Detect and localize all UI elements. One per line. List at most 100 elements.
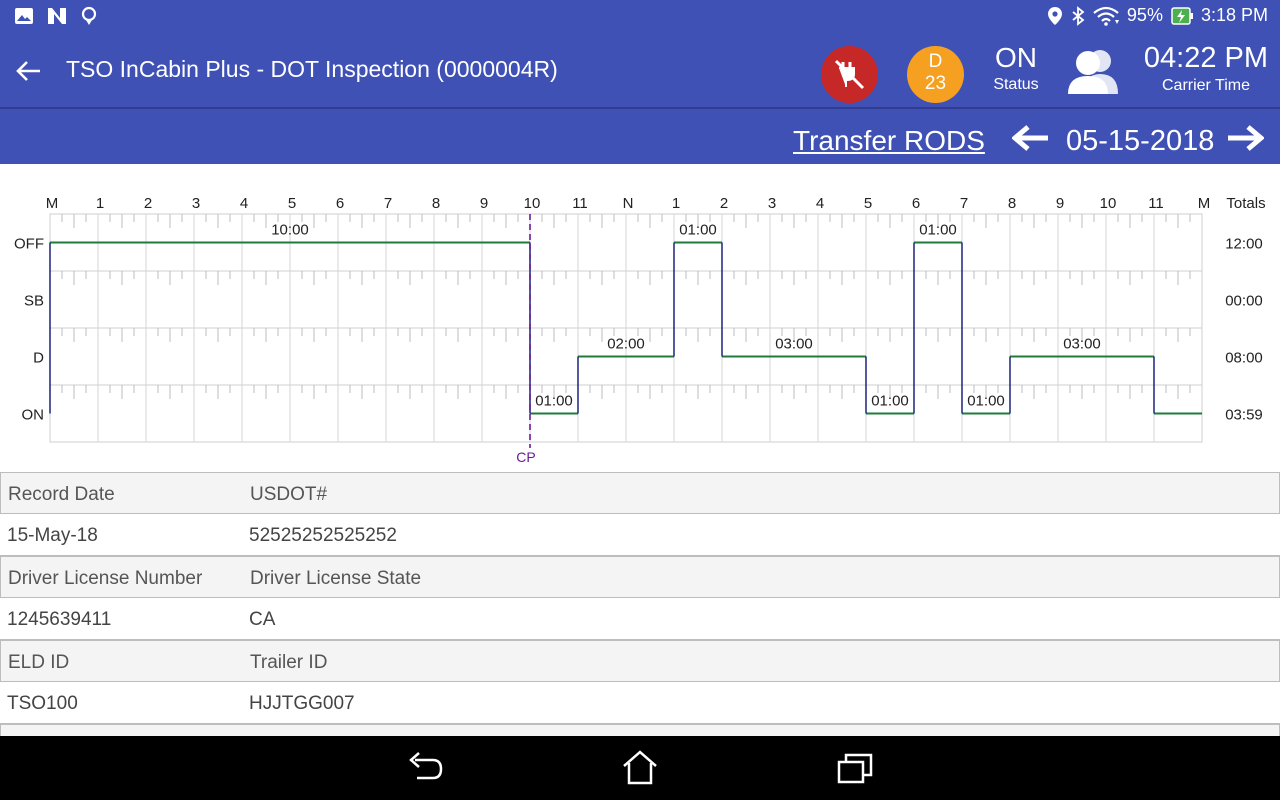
- hour-tick-label: N: [623, 195, 634, 212]
- table-value-row: 1245639411 CA: [0, 598, 1280, 640]
- duty-hours-badge[interactable]: D 23: [907, 46, 964, 103]
- hour-tick-label: 6: [336, 195, 344, 212]
- page-title: TSO InCabin Plus - DOT Inspection (00000…: [66, 56, 558, 82]
- status-row-total: 12:00: [1225, 236, 1263, 253]
- hour-tick-label: 9: [480, 195, 488, 212]
- carrier-time-value: 04:22 PM: [1143, 42, 1269, 74]
- notification-icons: [14, 6, 98, 26]
- segment-duration-label: 01:00: [871, 393, 909, 410]
- battery-percent: 95%: [1126, 5, 1163, 25]
- segment-duration-label: 01:00: [919, 222, 957, 239]
- previous-date-arrow-icon[interactable]: [1011, 125, 1050, 151]
- next-date-arrow-icon[interactable]: [1226, 125, 1265, 151]
- trailer-id-value: HJJTGG007: [249, 693, 355, 714]
- hour-tick-label: 2: [144, 195, 152, 212]
- battery-charging-icon: [1171, 6, 1193, 26]
- eld-id-label: ELD ID: [8, 652, 70, 673]
- duty-status[interactable]: ON Status: [990, 42, 1042, 94]
- hour-tick-label: 9: [1056, 195, 1064, 212]
- duty-badge-status: D: [928, 51, 943, 72]
- status-row-total: 00:00: [1225, 293, 1263, 310]
- system-status-bar: 95% 3:18 PM: [0, 0, 1280, 32]
- date-toolbar: Transfer RODS 05-15-2018: [0, 109, 1280, 164]
- hour-tick-label: 8: [432, 195, 440, 212]
- status-row-label: ON: [22, 407, 45, 424]
- status-row-label: D: [33, 350, 44, 367]
- status-row-total: 03:59: [1225, 407, 1263, 424]
- clock-time: 3:18 PM: [1200, 5, 1268, 25]
- hour-tick-label: 10: [524, 195, 541, 212]
- unplugged-icon: [834, 59, 865, 90]
- eld-id-value: TSO100: [7, 693, 78, 714]
- hour-tick-label: 1: [96, 195, 104, 212]
- back-arrow-icon[interactable]: [12, 54, 46, 88]
- system-indicators: 95% 3:18 PM: [1047, 5, 1268, 26]
- current-date: 05-15-2018: [1066, 125, 1215, 157]
- table-header-row: Record Date USDOT#: [0, 472, 1280, 514]
- system-navigation-bar: [0, 736, 1280, 800]
- hour-tick-label: 7: [384, 195, 392, 212]
- hour-tick-label: 8: [1008, 195, 1016, 212]
- segment-duration-label: 01:00: [535, 393, 573, 410]
- recents-nav-icon[interactable]: [836, 750, 876, 786]
- wifi-icon: [1093, 6, 1119, 26]
- hour-tick-label: 4: [816, 195, 824, 212]
- table-header-row: ELD ID Trailer ID: [0, 640, 1280, 682]
- record-date-value: 15-May-18: [7, 525, 98, 546]
- totals-header: Totals: [1226, 195, 1265, 212]
- status-row-label: SB: [24, 293, 44, 310]
- image-icon: [14, 6, 34, 26]
- hour-tick-label: 6: [912, 195, 920, 212]
- license-number-label: Driver License Number: [8, 568, 203, 589]
- usdot-label: USDOT#: [250, 484, 328, 505]
- disconnected-plug-button[interactable]: [821, 46, 878, 103]
- segment-duration-label: 03:00: [775, 336, 813, 353]
- duty-badge-hours: 23: [924, 73, 947, 94]
- segment-duration-label: 02:00: [607, 336, 645, 353]
- hour-tick-label: 5: [864, 195, 872, 212]
- hour-tick-label: 3: [768, 195, 776, 212]
- bluetooth-icon: [1071, 5, 1085, 26]
- carrier-time: 04:22 PM Carrier Time: [1134, 42, 1278, 95]
- hour-tick-label: 5: [288, 195, 296, 212]
- segment-duration-label: 03:00: [1063, 336, 1101, 353]
- users-icon[interactable]: [1064, 46, 1122, 96]
- record-date-label: Record Date: [8, 484, 115, 505]
- hour-tick-label: 1: [672, 195, 680, 212]
- n-logo-icon: [46, 6, 68, 26]
- hour-tick-label: 3: [192, 195, 200, 212]
- table-header-row: Driver License Number Driver License Sta…: [0, 556, 1280, 598]
- hour-tick-label: 10: [1100, 195, 1117, 212]
- cp-marker-label: CP: [516, 449, 535, 465]
- home-nav-icon[interactable]: [620, 750, 660, 786]
- hour-tick-label: 2: [720, 195, 728, 212]
- license-state-label: Driver License State: [250, 568, 422, 589]
- duty-status-caption: Status: [993, 76, 1039, 93]
- segment-duration-label: 01:00: [679, 222, 717, 239]
- table-value-row: 15-May-18 52525252525252: [0, 514, 1280, 556]
- location-pin-outline-icon: [80, 6, 98, 26]
- back-nav-icon[interactable]: [405, 750, 445, 786]
- duty-status-value: ON: [995, 42, 1037, 73]
- segment-duration-label: 01:00: [967, 393, 1005, 410]
- duty-status-graph: M 1 2 3 4 5 6 7 8 9 10 11 N 1 2 3 4 5 6 7 8 9 10 11 M Totals OFF 12…: [14, 195, 1266, 465]
- carrier-time-caption: Carrier Time: [1161, 77, 1250, 94]
- location-icon: [1047, 6, 1063, 26]
- license-state-value: CA: [249, 609, 276, 630]
- trailer-id-label: Trailer ID: [250, 652, 328, 673]
- hour-tick-label: 7: [960, 195, 968, 212]
- status-row-total: 08:00: [1225, 350, 1263, 367]
- hour-tick-label: M: [46, 195, 59, 212]
- hour-tick-label: 4: [240, 195, 248, 212]
- hour-tick-label: 11: [572, 195, 588, 212]
- usdot-value: 52525252525252: [249, 525, 397, 546]
- segment-duration-label: 10:00: [271, 222, 309, 239]
- transfer-rods-link[interactable]: Transfer RODS: [793, 125, 985, 157]
- status-row-label: OFF: [14, 236, 44, 253]
- hour-tick-label: 11: [1148, 195, 1164, 212]
- table-value-row: TSO100 HJJTGG007: [0, 682, 1280, 724]
- record-details-table: Record Date USDOT# 15-May-18 52525252525…: [0, 472, 1280, 738]
- license-number-value: 1245639411: [7, 609, 112, 630]
- app-bar: TSO InCabin Plus - DOT Inspection (00000…: [0, 32, 1280, 107]
- hour-tick-label: M: [1198, 195, 1211, 212]
